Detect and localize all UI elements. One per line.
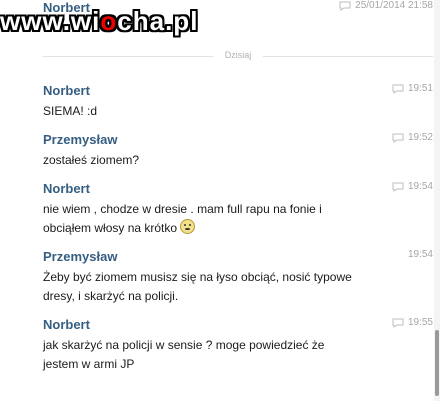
message-text-line: jestem w armi JP — [43, 357, 135, 371]
message-meta: 19:54 — [392, 181, 433, 192]
message-author: Norbert — [43, 181, 90, 196]
divider-label: Dzisiaj — [220, 50, 256, 60]
worried-smiley-icon — [180, 219, 196, 234]
message-time: 19:52 — [407, 132, 433, 143]
message: Norbert 19:55 jak skarżyć na policji w s… — [43, 317, 433, 374]
scrollbar-thumb[interactable] — [435, 330, 439, 396]
day-divider: Dzisiaj — [43, 50, 433, 62]
message: Norbert 19:54 nie wiem , chodze w dresie… — [43, 181, 433, 238]
message-text-line-content: obciąłem włosy na krótko — [43, 221, 178, 235]
chat-bubble-icon — [392, 318, 404, 328]
message-text-line: Żeby być ziomem musisz się na łyso obcią… — [43, 270, 352, 284]
message-author: Norbert — [43, 317, 90, 332]
divider-line-left — [43, 56, 213, 57]
message: Norbert 19:51 SIEMA! :d — [43, 83, 433, 121]
message-text: Żeby być ziomem musisz się na łyso obcią… — [43, 268, 433, 306]
scrollbar[interactable] — [434, 0, 440, 401]
message-meta: 19:55 — [392, 317, 433, 328]
divider-line-right — [263, 56, 433, 57]
watermark-text-post: cha.pl — [117, 6, 199, 36]
message-time: 19:55 — [407, 317, 433, 328]
message-text-line: nie wiem , chodze w dresie . mam full ra… — [43, 202, 322, 216]
message-text: nie wiem , chodze w dresie . mam full ra… — [43, 200, 433, 238]
message-text-line: jak skarżyć na policji w sensie ? moge p… — [43, 338, 325, 352]
chat-bubble-icon — [392, 182, 404, 192]
watermark-text-o: o — [100, 6, 118, 36]
message: Przemysław 19:54 Żeby być ziomem musisz … — [43, 249, 433, 306]
watermark-logo: www.wiocha.pl — [0, 6, 198, 37]
message-author: Norbert — [43, 83, 90, 98]
message-author: Przemysław — [43, 132, 118, 147]
message-meta: 25/01/2014 21:58 — [339, 0, 433, 11]
message-time: 25/01/2014 21:58 — [355, 0, 433, 11]
chat-history: Norbert 25/01/2014 21:58 www.wiocha.pl D… — [0, 0, 440, 401]
chat-bubble-icon — [392, 84, 404, 94]
message: Przemysław 19:52 zostałeś ziomem? — [43, 132, 433, 170]
message-time: 19:54 — [407, 181, 433, 192]
message-time: 19:54 — [407, 249, 433, 260]
message-author: Przemysław — [43, 249, 118, 264]
message-text-line: obciąłem włosy na krótko — [43, 219, 433, 238]
chat-bubble-icon — [392, 133, 404, 143]
message-text-line: dresy, i skarżyć na policji. — [43, 289, 179, 303]
message-text: SIEMA! :d — [43, 104, 98, 118]
message-text: zostałeś ziomem? — [43, 153, 140, 167]
message-meta: 19:54 — [408, 249, 433, 260]
message-meta: 19:52 — [392, 132, 433, 143]
message-time: 19:51 — [407, 83, 433, 94]
message-meta: 19:51 — [392, 83, 433, 94]
message-text: jak skarżyć na policji w sensie ? moge p… — [43, 336, 433, 374]
watermark-text-pre: www.wi — [0, 6, 101, 36]
chat-bubble-icon — [339, 1, 351, 11]
